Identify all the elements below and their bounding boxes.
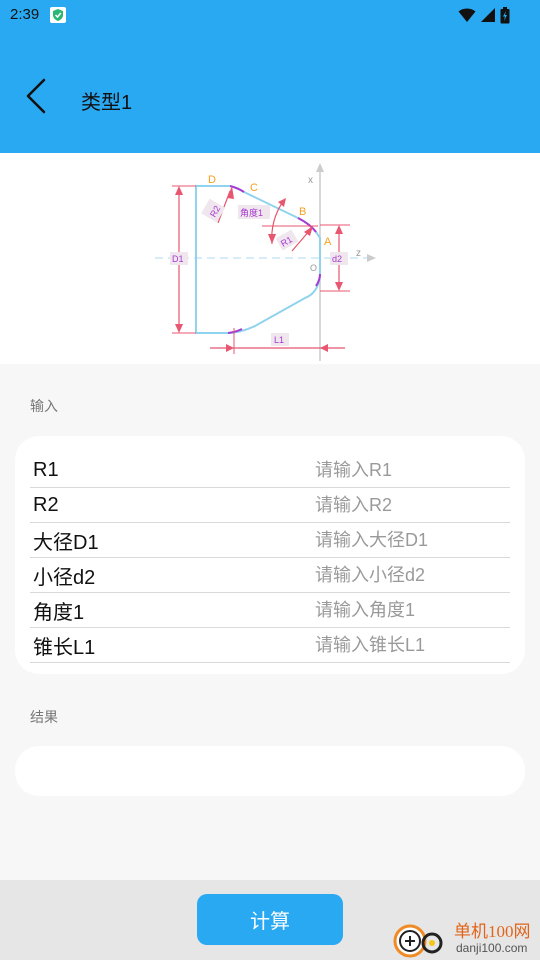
shield-app-icon bbox=[50, 7, 66, 23]
status-time: 2:39 bbox=[10, 6, 40, 23]
field-label: R2 bbox=[33, 493, 59, 516]
signal-icon bbox=[481, 8, 495, 22]
point-label-C: C bbox=[250, 182, 258, 194]
page-title: 类型1 bbox=[81, 92, 133, 114]
field-label: 大径D1 bbox=[33, 531, 99, 554]
diagram-panel: x z D1 d2 L1 R2 角度1 R1 D C B A O bbox=[0, 153, 540, 364]
field-row-r2: R2 bbox=[30, 488, 510, 523]
l1-input[interactable] bbox=[315, 630, 510, 660]
watermark-title: 单机100网 bbox=[454, 922, 531, 941]
field-label: R1 bbox=[33, 458, 59, 481]
r2-input[interactable] bbox=[315, 490, 510, 520]
watermark-logo-icon bbox=[393, 924, 443, 958]
battery-icon bbox=[500, 6, 510, 23]
cone-diagram: x z D1 d2 L1 R2 角度1 R1 D C B A O bbox=[155, 163, 376, 361]
diagram-label-L1: L1 bbox=[274, 335, 284, 345]
field-row-d1: 大径D1 bbox=[30, 523, 510, 558]
diagram-label-D1: D1 bbox=[172, 254, 184, 264]
field-label: 锥长L1 bbox=[33, 636, 96, 659]
field-row-l1: 锥长L1 bbox=[30, 628, 510, 663]
field-label: 角度1 bbox=[33, 601, 85, 624]
app-bar: 类型1 bbox=[0, 32, 540, 153]
point-label-A: A bbox=[324, 236, 332, 248]
z-axis-label: z bbox=[356, 248, 361, 259]
point-label-D: D bbox=[208, 174, 216, 186]
back-button[interactable] bbox=[18, 76, 58, 116]
input-card: R1 R2 大径D1 小径d2 角度1 锥长L1 bbox=[15, 436, 525, 674]
d2-input[interactable] bbox=[315, 560, 510, 590]
result-card bbox=[15, 746, 525, 796]
chevron-left-icon bbox=[26, 78, 46, 114]
calculate-button[interactable]: 计算 bbox=[197, 894, 343, 945]
status-bar: 2:39 bbox=[0, 0, 540, 32]
diagram-label-d2: d2 bbox=[332, 254, 342, 264]
x-axis-label: x bbox=[308, 175, 313, 186]
field-row-r1: R1 bbox=[30, 453, 510, 488]
system-icons bbox=[458, 6, 510, 24]
watermark: 单机100网 danji100.com bbox=[388, 913, 540, 960]
diagram-label-angle: 角度1 bbox=[240, 207, 263, 218]
d1-input[interactable] bbox=[315, 525, 510, 555]
point-label-O: O bbox=[310, 263, 317, 273]
wifi-icon bbox=[458, 8, 476, 22]
result-section-label: 结果 bbox=[30, 709, 58, 725]
input-section-label: 输入 bbox=[30, 398, 58, 414]
r1-input[interactable] bbox=[315, 455, 510, 485]
point-label-B: B bbox=[299, 206, 306, 218]
angle1-input[interactable] bbox=[315, 595, 510, 625]
watermark-url: danji100.com bbox=[456, 941, 528, 955]
field-row-angle1: 角度1 bbox=[30, 593, 510, 628]
field-label: 小径d2 bbox=[33, 566, 96, 589]
field-row-d2: 小径d2 bbox=[30, 558, 510, 593]
